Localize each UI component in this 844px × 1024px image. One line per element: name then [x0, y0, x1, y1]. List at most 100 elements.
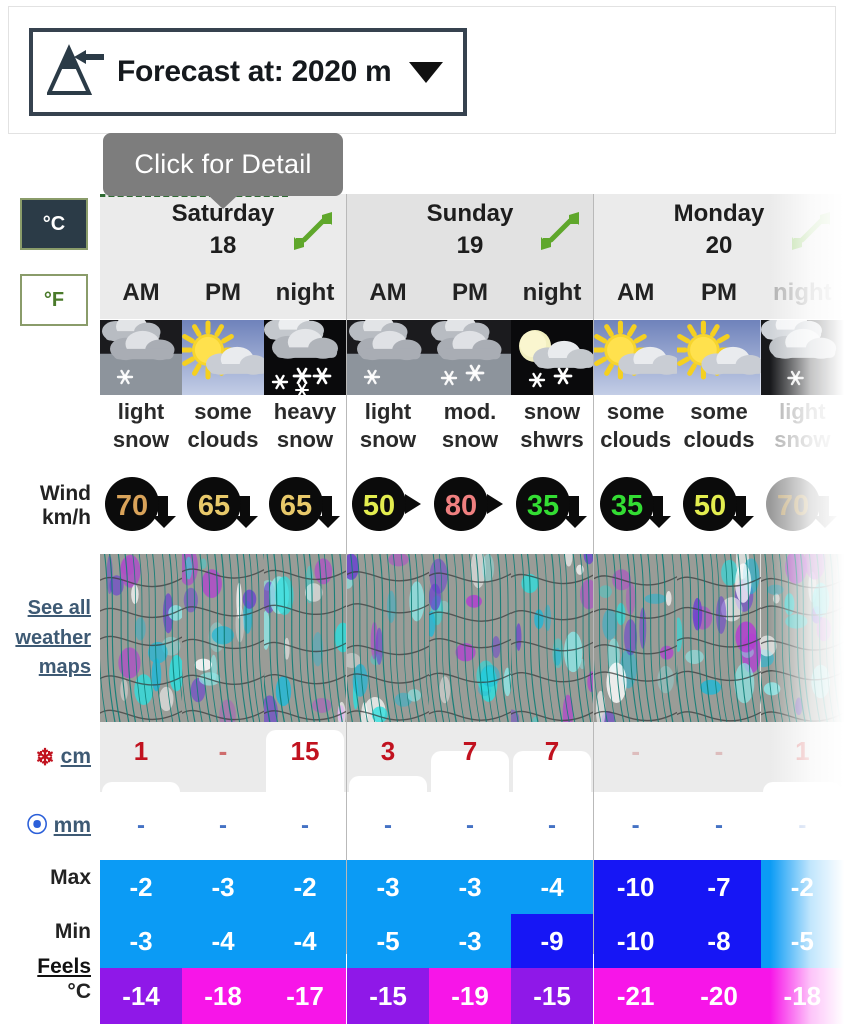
weather-map-cell[interactable]: [760, 554, 844, 722]
rain-value: -: [384, 812, 392, 839]
condition-row: light snow mod. snow snow shwrs: [347, 396, 593, 468]
wind-row: 35 50 70: [594, 472, 844, 536]
snow-bar: [102, 782, 180, 792]
max-temp-cell: -2: [100, 860, 182, 914]
day-column-monday: Monday 20 AM PM night some clouds some c…: [593, 194, 844, 1024]
day-header[interactable]: Saturday 18 AM PM night: [100, 194, 346, 319]
rain-row: ---: [594, 792, 844, 860]
day-header[interactable]: Sunday 19 AM PM night: [347, 194, 593, 319]
snow-bar: [762, 782, 842, 792]
min-row-label: Min: [54, 920, 91, 943]
svg-text:50: 50: [363, 490, 395, 522]
wind-cell[interactable]: 65: [264, 472, 346, 536]
svg-text:35: 35: [611, 490, 643, 522]
weather-icon-cell: [347, 320, 429, 395]
snow-cell: 15: [264, 722, 346, 792]
weather-icon-cell: [100, 320, 182, 395]
unit-celsius-button[interactable]: °C: [20, 198, 88, 250]
weather-icon-row: [100, 320, 346, 395]
day-column-sunday: Sunday 19 AM PM night light snow mod. sn…: [346, 194, 593, 1024]
weather-map-cell[interactable]: [182, 554, 264, 722]
snow-cell: 1: [100, 722, 182, 792]
day-separator: [346, 194, 347, 954]
condition-cell: light snow: [774, 399, 831, 453]
wind-cell[interactable]: 50: [347, 472, 429, 536]
wind-cell[interactable]: 50: [677, 472, 760, 536]
expand-arrows-icon[interactable]: [539, 210, 581, 252]
weather-icon-row: [594, 320, 844, 395]
condition-cell: heavy snow: [273, 399, 337, 453]
weather-icon-cell: [264, 320, 346, 395]
chevron-down-icon[interactable]: [409, 61, 444, 83]
wind-row-label: Wind km/h: [39, 482, 91, 530]
min-temp-cell: -9: [511, 914, 593, 968]
max-temp-cell: -3: [429, 860, 511, 914]
day-header[interactable]: Monday 20 AM PM night: [594, 194, 844, 319]
rain-row: ---: [100, 792, 346, 860]
feels-temp-cell: -14: [100, 968, 182, 1024]
weather-map-cell[interactable]: [511, 554, 593, 722]
weather-map-cell[interactable]: [677, 554, 761, 722]
wind-cell[interactable]: 65: [182, 472, 264, 536]
feels-temp-cell: -21: [594, 968, 678, 1024]
wind-cell[interactable]: 70: [761, 472, 844, 536]
rain-unit-link[interactable]: mm: [54, 814, 91, 838]
weather-map-row[interactable]: [100, 554, 346, 722]
weather-map-row[interactable]: [347, 554, 593, 722]
weather-map-cell[interactable]: [429, 554, 511, 722]
max-temp-cell: -2: [760, 860, 844, 914]
feels-temp-cell: -15: [511, 968, 593, 1024]
svg-text:70: 70: [116, 490, 148, 522]
wind-cell[interactable]: 35: [594, 472, 677, 536]
see-all-weather-maps-link[interactable]: See all weather maps: [15, 594, 91, 683]
feels-temp-cell: -17: [264, 968, 346, 1024]
min-temp-row: -3 -4 -4: [100, 914, 346, 968]
svg-text:35: 35: [527, 490, 559, 522]
expand-arrows-icon[interactable]: [790, 210, 832, 252]
period-label-AM: AM: [617, 279, 655, 306]
expand-arrows-icon[interactable]: [292, 210, 334, 252]
snow-row: 3 7 7: [347, 722, 593, 792]
days-scroller[interactable]: Saturday 18 AM PM night light snow some …: [100, 194, 844, 1024]
snow-row-label: ❄ cm: [35, 744, 91, 770]
min-temp-cell: -3: [100, 914, 182, 968]
weather-map-cell[interactable]: [100, 554, 182, 722]
row-labels-sidebar: °C °F Wind km/h See all weather maps ❄ c…: [0, 194, 100, 1024]
weather-map-cell[interactable]: [264, 554, 346, 722]
weather-map-row[interactable]: [594, 554, 844, 722]
weather-map-cell[interactable]: [347, 554, 429, 722]
min-temp-row: -10 -8 -5: [594, 914, 844, 968]
period-label-night: night: [522, 279, 582, 306]
snow-cell: -: [594, 722, 678, 792]
weather-forecast-page: Forecast at: 2020 m Click for Detail °C …: [0, 0, 844, 1024]
feels-temp-cell: -20: [677, 968, 761, 1024]
snow-value: 1: [795, 736, 810, 766]
max-temp-row: -3 -3 -4: [347, 860, 593, 914]
tooltip-text: Click for Detail: [134, 149, 312, 179]
snow-value: -: [631, 736, 640, 766]
period-labels: AM PM night: [347, 268, 593, 318]
svg-text:80: 80: [445, 490, 477, 522]
period-labels: AM PM night: [594, 268, 844, 318]
wind-cell[interactable]: 80: [429, 472, 511, 536]
elevation-selector[interactable]: Forecast at: 2020 m: [29, 28, 467, 116]
min-temp-cell: -5: [760, 914, 844, 968]
snowflake-icon: ❄: [35, 744, 55, 770]
snow-row: - - 1: [594, 722, 844, 792]
feels-temp-row: -15 -19 -15: [347, 968, 593, 1024]
snow-unit-link[interactable]: cm: [61, 745, 91, 769]
condition-cell: some clouds: [187, 399, 259, 453]
snow-value: 7: [544, 736, 560, 766]
weather-map-cell[interactable]: [594, 554, 678, 722]
weather-icon-cell: [760, 320, 844, 395]
period-label-PM: PM: [452, 279, 488, 306]
condition-cell: mod. snow: [441, 399, 499, 453]
svg-text:65: 65: [280, 490, 312, 522]
snow-cell: 7: [429, 722, 511, 792]
rain-value: -: [466, 812, 474, 839]
wind-cell[interactable]: 35: [511, 472, 593, 536]
unit-fahrenheit-button[interactable]: °F: [20, 274, 88, 326]
wind-cell[interactable]: 70: [100, 472, 182, 536]
rain-row-label: ⦿ mm: [27, 814, 91, 838]
click-for-detail-tooltip: Click for Detail: [103, 133, 343, 196]
